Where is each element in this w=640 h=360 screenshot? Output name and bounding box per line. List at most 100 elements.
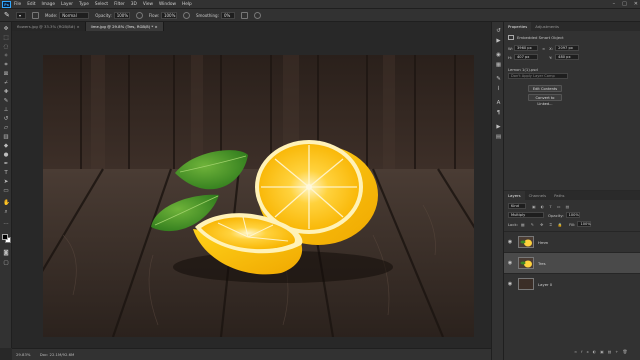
layer-row-layer-0[interactable]: ◉ Layer 0 [504,273,640,294]
eraser-tool-icon[interactable]: ▱ [3,125,9,131]
zoom-tool-icon[interactable]: ⌕ [3,209,9,215]
color-panel-icon[interactable]: ◉ [496,52,502,58]
height-input[interactable]: 407 px [514,54,538,60]
swatches-panel-icon[interactable]: ▦ [496,62,502,68]
document-canvas[interactable] [43,55,474,337]
layer-row-tres[interactable]: ◉ Tres [504,252,640,273]
fx-icon[interactable]: fx [581,349,593,354]
pen-tool-icon[interactable]: ✒ [3,161,9,167]
opacity-input[interactable]: 100% [113,11,130,19]
hand-tool-icon[interactable]: ✋ [3,200,10,206]
edit-contents-button[interactable]: Edit Contents [528,85,562,92]
layer-opacity-input[interactable]: 100% [565,212,580,218]
visibility-eye-icon[interactable]: ◉ [504,239,516,245]
quick-mask-icon[interactable]: ◙ [3,250,9,256]
layer-row-hmm[interactable]: ◉ Hmm [504,231,640,252]
layer-kind-filter[interactable]: Kind [508,203,526,209]
clone-stamp-tool-icon[interactable]: ⊥ [3,107,9,113]
history-panel-icon[interactable]: ↺ [496,28,502,34]
brush-settings-icon[interactable] [32,11,39,19]
menu-file[interactable]: File [14,2,21,7]
menu-edit[interactable]: Edit [27,2,35,7]
menu-window[interactable]: Window [159,2,176,7]
paragraph-panel-icon[interactable]: ¶ [496,110,502,116]
menu-3d[interactable]: 3D [131,2,137,7]
menu-select[interactable]: Select [95,2,108,7]
filter-icons[interactable]: ▣ ◐ T ▭ ▤ [532,204,571,209]
close-button[interactable]: ✕ [634,0,638,8]
pressure-opacity-icon[interactable] [135,11,143,19]
tab-lime[interactable]: lime.jpg @ 29.8% (Tres, RGB/8) * × [85,22,164,31]
menu-view[interactable]: View [143,2,153,7]
link-icon[interactable]: ∞ [542,46,545,51]
zoom-level[interactable]: 29.83% [16,352,30,357]
brush-tool-preset-icon[interactable]: ✎ [4,10,16,20]
brush-settings-panel-icon[interactable]: ✎ [496,76,502,82]
dodge-tool-icon[interactable]: ● [3,152,9,158]
layer-comp-select[interactable]: Don't Apply Layer Comp [508,73,568,79]
lasso-tool-icon[interactable]: ◌ [3,44,9,50]
convert-to-linked-button[interactable]: Convert to Linked... [528,94,562,106]
smoothing-input[interactable]: 0% [220,11,235,19]
tab-layers[interactable]: Layers [504,191,525,200]
flow-input[interactable]: 100% [160,11,177,19]
maximize-button[interactable]: □ [622,0,627,8]
play-panel-icon[interactable]: ▶ [496,124,502,130]
group-icon[interactable]: ▤ [608,349,616,354]
gradient-tool-icon[interactable]: ▥ [3,134,9,140]
timeline-panel-icon[interactable]: ▤ [496,134,502,140]
visibility-eye-icon[interactable]: ◉ [504,260,516,266]
frame-tool-icon[interactable]: ⊠ [3,71,9,77]
width-input[interactable]: 3960 px [514,45,538,51]
eyedropper-tool-icon[interactable]: ⌿ [3,80,9,86]
mode-select[interactable]: Normal [59,11,90,19]
blend-mode-select[interactable]: Multiply [508,212,544,218]
y-input[interactable]: 480 px [555,54,580,60]
character-panel-icon[interactable]: A [496,100,502,106]
quick-select-tool-icon[interactable]: ✧ [3,53,9,59]
menu-type[interactable]: Type [79,2,89,7]
actions-panel-icon[interactable]: ▶ [496,38,502,44]
blur-tool-icon[interactable]: ◆ [3,143,9,149]
new-layer-icon[interactable]: + [615,349,622,354]
menu-filter[interactable]: Filter [114,2,125,7]
brushes-panel-icon[interactable]: ⌇ [496,86,502,92]
tab-channels[interactable]: Channels [525,191,551,200]
history-brush-tool-icon[interactable]: ↺ [3,116,9,122]
smoothing-options-gear-icon[interactable] [240,11,248,19]
healing-brush-tool-icon[interactable]: ✚ [3,89,9,95]
visibility-eye-icon[interactable]: ◉ [504,281,516,287]
menu-image[interactable]: Image [42,2,55,7]
minimize-button[interactable]: – [613,0,616,8]
lock-icons[interactable]: ▦ ✎ ✥ ⌗ 🔒 [521,222,565,227]
brush-size-picker[interactable]: ▾ [16,11,26,19]
adjustment-layer-icon[interactable]: ◐ [593,349,600,354]
menu-help[interactable]: Help [182,2,192,7]
path-selection-tool-icon[interactable]: ➤ [3,179,9,185]
tab-flowers[interactable]: flowers.jpg @ 33.3% (RGB/8#) × [12,22,86,31]
tab-paths[interactable]: Paths [550,191,568,200]
crop-tool-icon[interactable]: ⌗ [3,62,9,68]
layer-name: Tres [538,260,546,266]
marquee-tool-icon[interactable]: ⬚ [3,35,9,41]
tab-adjustments[interactable]: Adjustments [531,22,563,31]
rectangle-tool-icon[interactable]: ▭ [3,188,9,194]
more-tools-icon[interactable]: … [3,220,9,226]
move-tool-icon[interactable]: ✥ [3,26,9,32]
brush-tool-icon[interactable]: ✎ [3,98,9,104]
canvas-area[interactable] [12,31,500,348]
link-layers-icon[interactable]: ∞ [574,349,581,354]
menu-layer[interactable]: Layer [61,2,73,7]
fill-input[interactable]: 100% [577,221,592,227]
pressure-size-icon[interactable] [253,11,261,19]
foreground-color-swatch[interactable] [2,234,8,240]
airbrush-icon[interactable] [182,11,190,19]
type-tool-icon[interactable]: T [3,170,9,176]
trash-icon[interactable]: 🗑 [622,349,631,354]
x-input[interactable]: 2097 px [555,45,580,51]
layer-mask-icon[interactable]: ▣ [600,349,608,354]
tab-properties[interactable]: Properties [504,22,532,31]
lock-label: Lock: [508,221,518,227]
lock-row: Lock: ▦ ✎ ✥ ⌗ 🔒 Fill: 100% [508,221,592,227]
screen-mode-icon[interactable]: ▢ [3,260,9,266]
